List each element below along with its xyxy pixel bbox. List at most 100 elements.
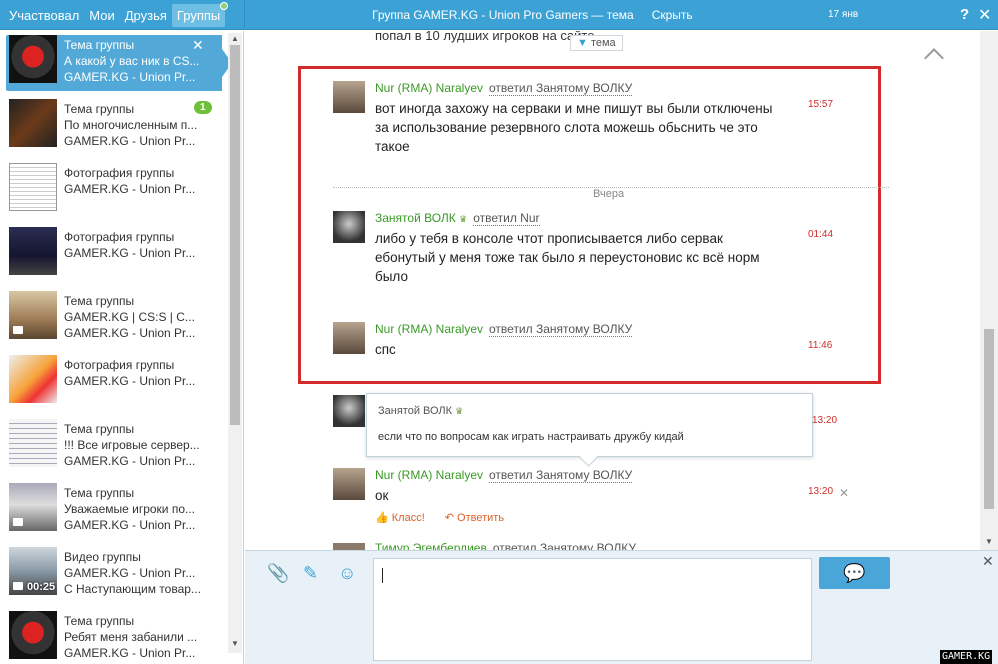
close-item-icon[interactable]: ✕ [192, 37, 204, 54]
list-item[interactable]: Тема группы А какой у вас ник в CS... GAME… [6, 35, 232, 91]
list-item[interactable]: Тема группы Уважаемые игроки по... GAMER.K… [6, 483, 222, 539]
message-author[interactable]: Nur (RMA) Naralyev [375, 322, 483, 336]
item-title: С Наступающим товар... [64, 582, 201, 596]
date-separator-label: Вчера [589, 188, 629, 200]
like-button[interactable]: 👍 Класс! [375, 511, 425, 524]
item-type: Тема группы [64, 102, 135, 116]
message-actions: 👍 Класс! ↶ Ответить [375, 511, 504, 524]
tab-groups-label: Группы [176, 7, 221, 23]
avatar[interactable] [333, 322, 365, 354]
header-date: 17 янв [828, 9, 859, 20]
reply-label: Ответить [457, 512, 505, 524]
message-time: 01:44 [808, 229, 834, 240]
group-logo-thumb [9, 35, 57, 83]
topic-thumb [9, 483, 57, 531]
item-title: По многочисленным п... [64, 118, 198, 132]
chat-area: попал в 10 лудших игроков на сайте ▼ тем… [245, 31, 998, 550]
window-title: Группа GAMER.KG - Union Pro Gamers — тем… [372, 8, 634, 22]
close-icon[interactable]: ✕ [978, 5, 991, 25]
list-item[interactable]: 00:25 Видео группы GAMER.KG - Union Pr...… [6, 547, 222, 603]
reply-button[interactable]: ↶ Ответить [445, 511, 504, 524]
video-thumb: 00:25 [9, 547, 57, 595]
item-type: Фотография группы [64, 230, 175, 244]
avatar[interactable] [333, 81, 365, 113]
item-title: GAMER.KG | CS:S | C... [64, 310, 195, 324]
item-type: Тема группы [64, 614, 135, 628]
camera-icon [13, 518, 23, 526]
list-item[interactable]: Тема группы Ребят меня забанили ... GAMER.… [6, 611, 222, 664]
scroll-down-icon[interactable]: ▼ [231, 639, 239, 648]
sidebar-scroll-thumb[interactable] [230, 45, 240, 425]
item-title: Уважаемые игроки по... [64, 502, 196, 516]
item-type: Тема группы [64, 486, 135, 500]
list-item[interactable]: Тема группы !!! Все игровые сервер... GAME… [6, 419, 222, 475]
avatar[interactable] [333, 543, 365, 550]
avatar[interactable] [333, 211, 365, 243]
reply-to[interactable]: ответил Занятому ВОЛКУ [493, 541, 636, 550]
video-duration: 00:25 [27, 581, 56, 593]
avatar[interactable] [333, 468, 365, 500]
tab-participated[interactable]: Участвовал [4, 4, 84, 27]
scroll-up-icon[interactable]: ▲ [231, 34, 239, 43]
reply-to[interactable]: ответил Занятому ВОЛКУ [489, 81, 633, 96]
close-composer-icon[interactable]: ✕ [982, 553, 994, 570]
chevron-up-icon[interactable] [924, 48, 944, 68]
avatar[interactable] [333, 395, 365, 427]
list-item[interactable]: Фотография группы GAMER.KG - Union Pr... [6, 163, 222, 219]
crown-icon: ♛ [459, 214, 468, 224]
discussion-list: Тема группы А какой у вас ник в CS... GAME… [0, 31, 244, 664]
photo-thumb [9, 163, 57, 211]
tab-friends[interactable]: Друзья [120, 4, 172, 27]
chat-scroll-thumb[interactable] [984, 329, 994, 509]
chat-bubbles-icon: 💬 [843, 563, 866, 583]
reply-to[interactable]: ответил Nur [473, 211, 540, 226]
item-type: Фотография группы [64, 358, 175, 372]
message-time: 13:20 [812, 415, 838, 426]
item-group: GAMER.KG - Union Pr... [64, 566, 196, 580]
message-composer: 📎 ✎ ☺ 💬 ✕ [245, 550, 998, 664]
delete-icon[interactable]: ✕ [839, 486, 849, 500]
reply-to[interactable]: ответил Занятому ВОЛКУ [489, 468, 633, 483]
tab-mine[interactable]: Мои [84, 4, 119, 27]
reply-to[interactable]: ответил Занятому ВОЛКУ [489, 322, 633, 337]
message-author[interactable]: Nur (RMA) Naralyev [375, 81, 483, 95]
list-item[interactable]: Фотография группы GAMER.KG - Union Pr... [6, 355, 222, 411]
message-author[interactable]: Занятой ВОЛК [375, 211, 456, 225]
item-group: GAMER.KG - Union Pr... [64, 134, 196, 148]
list-item[interactable]: Тема группы По многочисленным п... GAMER.K… [6, 99, 222, 155]
text-caret [382, 568, 383, 583]
message-text: спс [375, 342, 396, 357]
quoted-author-name: Занятой ВОЛК [378, 405, 453, 417]
list-item[interactable]: Тема группы GAMER.KG | CS:S | C... GAMER.K… [6, 291, 222, 347]
paperclip-icon[interactable]: 📎 [267, 563, 289, 584]
topic-thumb [9, 419, 57, 467]
item-group: GAMER.KG - Union Pr... [64, 646, 196, 660]
message-text: либо у тебя в консоле чтот прописывается… [375, 231, 760, 284]
list-item[interactable]: Фотография группы GAMER.KG - Union Pr... [6, 227, 222, 283]
message-author[interactable]: Nur (RMA) Naralyev [375, 468, 483, 482]
item-title: Ребят меня забанили ... [64, 630, 198, 644]
send-button[interactable]: 💬 [819, 557, 890, 589]
topbar-divider [244, 0, 245, 30]
hide-link[interactable]: Скрыть [652, 8, 693, 22]
tab-groups[interactable]: Группы [171, 1, 229, 27]
item-group: GAMER.KG - Union Pr... [64, 374, 196, 388]
message-author[interactable]: Тимур Эгембердиев [375, 541, 487, 550]
smiley-icon[interactable]: ☺ [338, 563, 356, 584]
message-input[interactable] [373, 558, 812, 661]
item-type: Тема группы [64, 422, 135, 436]
photo-thumb [9, 355, 57, 403]
pencil-icon[interactable]: ✎ [303, 563, 318, 584]
topic-thumb [9, 99, 57, 147]
notification-dot [220, 1, 229, 10]
item-group: GAMER.KG - Union Pr... [64, 70, 196, 84]
reply-arrow-icon: ↶ [444, 512, 454, 524]
item-title: !!! Все игровые сервер... [64, 438, 200, 452]
chat-scrollbar[interactable]: ▼ [980, 31, 998, 550]
chat-message-peek: Тимур Эгембердиев ответил Занятому ВОЛКУ [375, 541, 636, 550]
scroll-down-icon[interactable]: ▼ [985, 537, 993, 546]
help-icon[interactable]: ? [960, 6, 969, 23]
topic-tag[interactable]: ▼ тема [570, 35, 623, 51]
photo-thumb [9, 227, 57, 275]
camera-icon [13, 582, 23, 590]
